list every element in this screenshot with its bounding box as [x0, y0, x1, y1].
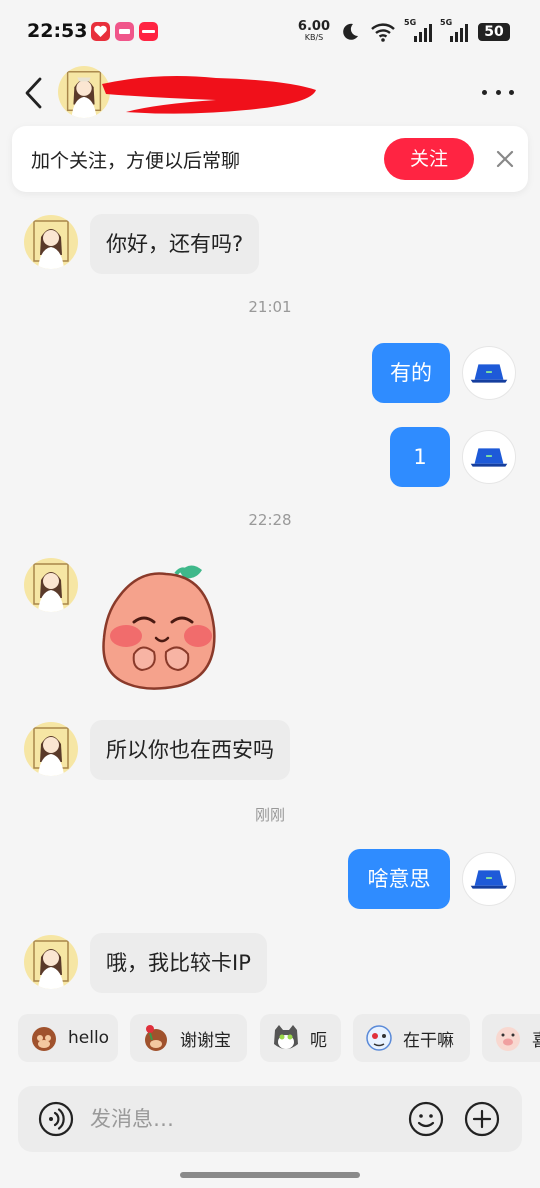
follow-banner: 加个关注，方便以后常聊 关注: [12, 126, 528, 192]
outgoing-message[interactable]: 啥意思: [348, 849, 450, 909]
add-attachment-button[interactable]: [464, 1101, 500, 1137]
incoming-message[interactable]: 哦，我比较卡IP: [90, 933, 267, 993]
battery-indicator: 50: [478, 23, 510, 41]
emoji-button[interactable]: [408, 1101, 444, 1137]
my-avatar-icon[interactable]: [462, 430, 516, 484]
quick-reply-row: hello 谢谢宝 呃 在干嘛 喜: [18, 1014, 540, 1062]
chat-header: [0, 62, 540, 124]
status-indicators: 6.00 KB/S 5G 5G 50: [298, 18, 510, 46]
monkey-rose-icon: [145, 1025, 167, 1051]
outgoing-message[interactable]: 1: [390, 427, 450, 487]
contact-avatar-icon[interactable]: [24, 722, 78, 776]
red-heart-app-icon: [91, 22, 110, 41]
quick-reply-label: hello: [68, 1028, 110, 1048]
back-button[interactable]: [20, 76, 48, 110]
message-timestamp: 21:01: [248, 298, 292, 316]
outgoing-message[interactable]: 有的: [372, 343, 450, 403]
cat-face-icon: [274, 1025, 298, 1049]
voice-input-button[interactable]: [38, 1101, 74, 1137]
contact-avatar-icon[interactable]: [24, 558, 78, 612]
quick-reply-label: 喜: [532, 1026, 540, 1051]
blushing-peach-sticker[interactable]: [98, 558, 224, 696]
monkey-wave-icon: [32, 1027, 56, 1051]
quick-reply-label: 谢谢宝: [180, 1030, 231, 1051]
signal-sim1-icon: 5G: [404, 18, 432, 42]
follow-button[interactable]: 关注: [384, 138, 474, 180]
status-bar: 22:53 6.00 KB/S 5G 5G 50: [0, 0, 540, 62]
bubble-character-icon: [366, 1025, 392, 1051]
quick-reply-chip[interactable]: 谢谢宝: [130, 1014, 247, 1062]
dot-icon: [495, 89, 501, 95]
incoming-message[interactable]: 所以你也在西安吗: [90, 720, 290, 780]
quick-reply-chip[interactable]: 喜: [482, 1014, 540, 1062]
close-banner-button[interactable]: [494, 148, 516, 170]
pink-video-app-icon: [115, 22, 134, 41]
incoming-message[interactable]: 你好，还有吗?: [90, 214, 260, 274]
more-options-button[interactable]: [482, 84, 514, 100]
my-avatar-icon[interactable]: [462, 852, 516, 906]
redacted-name-scribble: [102, 76, 316, 114]
contact-avatar-icon[interactable]: [24, 215, 78, 269]
dot-icon: [482, 89, 487, 95]
message-timestamp: 刚刚: [254, 806, 285, 824]
signal-sim2-icon: 5G: [440, 18, 468, 42]
quick-reply-chip[interactable]: hello: [18, 1014, 118, 1062]
contact-avatar-icon[interactable]: [24, 935, 78, 989]
home-indicator[interactable]: [180, 1172, 360, 1178]
moon-icon: [343, 23, 358, 40]
pig-face-icon: [496, 1027, 520, 1051]
message-timestamp: 22:28: [248, 511, 292, 529]
message-input[interactable]: [90, 1100, 390, 1138]
quick-reply-chip[interactable]: 呃: [260, 1014, 341, 1062]
red-book-app-icon: [139, 22, 158, 41]
dot-icon: [509, 89, 514, 95]
my-avatar-icon[interactable]: [462, 346, 516, 400]
network-speed: 6.00 KB/S: [297, 19, 330, 42]
status-time: 22:53: [27, 20, 88, 42]
quick-reply-chip[interactable]: 在干嘛: [353, 1014, 470, 1062]
quick-reply-label: 呃: [310, 1030, 327, 1051]
wifi-icon: [371, 23, 395, 42]
follow-prompt-text: 加个关注，方便以后常聊: [31, 150, 241, 172]
quick-reply-label: 在干嘛: [403, 1030, 454, 1051]
message-input-bar: [18, 1086, 522, 1152]
